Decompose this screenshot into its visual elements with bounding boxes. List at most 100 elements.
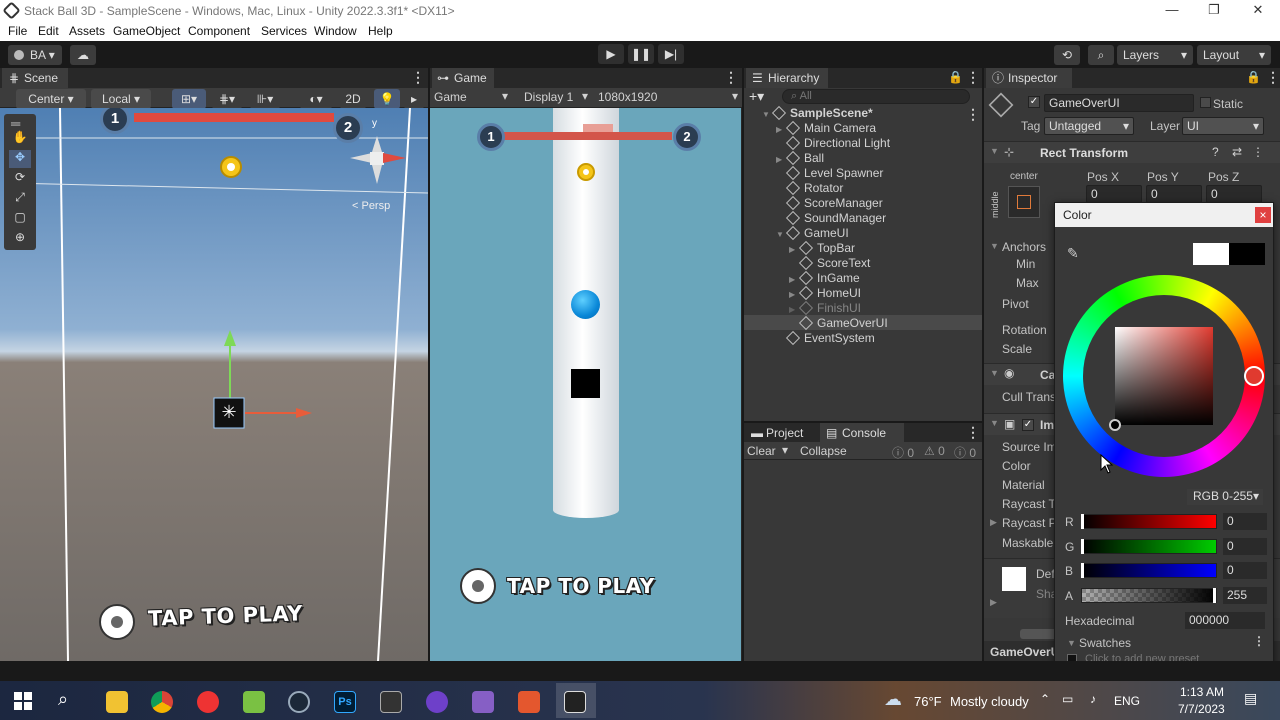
tab-inspector[interactable]: ⓘ Inspector	[986, 68, 1072, 88]
orientation-gizmo-z[interactable]	[372, 165, 382, 184]
g-value-field[interactable]: 0	[1223, 538, 1267, 555]
snap-toggle[interactable]: ⊪▾	[250, 89, 280, 109]
menu-assets[interactable]: Assets	[69, 24, 105, 38]
clock-time[interactable]: 1:13 AM	[1180, 685, 1224, 699]
transform-tool-icon[interactable]: ⊕	[9, 230, 31, 248]
layers-dropdown[interactable]: Layers ▾	[1117, 45, 1193, 65]
layout-dropdown[interactable]: Layout ▾	[1197, 45, 1271, 65]
tree-arrow-icon[interactable]: ▶	[776, 122, 788, 137]
tag-dropdown[interactable]: Untagged ▾	[1044, 117, 1134, 135]
a-value-field[interactable]: 255	[1223, 587, 1267, 604]
hierarchy-item[interactable]: Directional Light	[776, 135, 890, 151]
pos-z-field[interactable]: 0	[1206, 185, 1262, 203]
color-picker-close-button[interactable]: ×	[1255, 207, 1271, 223]
error-count[interactable]: ⓘ 0	[954, 444, 976, 461]
grid-snap-toggle[interactable]: ⊞▾	[172, 89, 206, 109]
tab-game[interactable]: ⊶ Game	[432, 68, 494, 88]
hue-handle[interactable]	[1244, 366, 1264, 386]
object-name-field[interactable]: GameOverUI	[1044, 94, 1194, 112]
game-viewport[interactable]: 1 2 TAP TO PLAY	[430, 108, 741, 661]
clear-button[interactable]: Clear	[747, 444, 776, 458]
notification-icon[interactable]: ▤	[1244, 690, 1257, 707]
tree-arrow-icon[interactable]: ▶	[789, 242, 801, 257]
camtasia-icon[interactable]	[243, 691, 265, 713]
swatches-arrow-icon[interactable]: ▼	[1067, 638, 1076, 648]
saturation-value-box[interactable]	[1115, 327, 1213, 425]
menu-edit[interactable]: Edit	[38, 24, 59, 38]
collapse-button[interactable]: Collapse	[800, 444, 847, 458]
hierarchy-item[interactable]: SoundManager	[776, 210, 886, 226]
close-button[interactable]: ✕	[1236, 2, 1280, 20]
play-button[interactable]: ▶	[598, 44, 624, 64]
lock-icon[interactable]: 🔒	[1246, 70, 1261, 84]
tree-arrow-icon[interactable]: ▼	[762, 107, 774, 122]
hierarchy-item[interactable]: GameOverUI	[789, 315, 888, 331]
draw-mode-dropdown[interactable]: ◐▾	[300, 89, 332, 109]
warning-count[interactable]: ⚠ 0	[924, 444, 945, 458]
hierarchy-item[interactable]: ▼ GameUI	[776, 225, 849, 242]
image-enabled-checkbox[interactable]: ✓	[1022, 419, 1034, 431]
tree-arrow-icon[interactable]: ▶	[789, 287, 801, 302]
history-button[interactable]: ⟲	[1054, 45, 1080, 65]
hierarchy-item[interactable]: Rotator	[776, 180, 843, 196]
search-icon[interactable]: ⌕	[58, 689, 68, 710]
a-slider-handle[interactable]	[1213, 588, 1216, 603]
component-menu-icon[interactable]: ⋮	[1252, 145, 1264, 159]
game-menu-icon[interactable]: ⋮	[724, 69, 738, 86]
expand-arrow-icon[interactable]: ▼	[990, 241, 999, 251]
preset-icon[interactable]: ⇄	[1232, 145, 1242, 159]
clock-date[interactable]: 7/7/2023	[1178, 702, 1225, 716]
y-axis-arrow[interactable]	[224, 330, 236, 346]
original-color-swatch[interactable]	[1193, 243, 1229, 265]
menu-help[interactable]: Help	[368, 24, 393, 38]
unity-editor-icon[interactable]	[564, 691, 586, 713]
r-value-field[interactable]: 0	[1223, 513, 1267, 530]
menu-component[interactable]: Component	[188, 24, 250, 38]
expand-arrow-icon[interactable]: ▶	[990, 597, 997, 608]
hierarchy-item[interactable]: ▶ InGame	[789, 270, 860, 287]
hand-tool-icon[interactable]: ✋	[9, 130, 31, 148]
tree-arrow-icon[interactable]: ▶	[789, 272, 801, 287]
resolution-dropdown[interactable]: 1080x1920	[598, 90, 657, 104]
photoshop-icon[interactable]: Ps	[334, 691, 356, 713]
minimize-button[interactable]: —	[1150, 2, 1194, 20]
scale-tool-icon[interactable]: ⤢	[9, 190, 31, 208]
eyedropper-icon[interactable]: ✎	[1067, 245, 1079, 262]
language-label[interactable]: ENG	[1114, 694, 1140, 708]
static-checkbox[interactable]	[1200, 97, 1211, 108]
swatches-menu-icon[interactable]: ⋮	[1253, 634, 1265, 648]
hex-field[interactable]: 000000	[1185, 612, 1265, 629]
active-checkbox[interactable]: ✓	[1028, 96, 1040, 108]
hierarchy-item[interactable]: ScoreManager	[776, 195, 883, 211]
scene-viewport[interactable]: ✳ y < Persp 1 2 TAP TO PLAY	[0, 108, 428, 661]
hierarchy-item[interactable]: ▶ TopBar	[789, 240, 855, 257]
hierarchy-item[interactable]: EventSystem	[776, 330, 875, 346]
weather-icon[interactable]: ☁	[884, 689, 902, 710]
view-mode-dropdown[interactable]: Game	[434, 90, 467, 104]
maximize-button[interactable]: ❐	[1192, 2, 1236, 20]
pause-button[interactable]: ❚❚	[628, 44, 654, 64]
menu-services[interactable]: Services	[261, 24, 307, 38]
step-button[interactable]: ▶|	[658, 44, 684, 64]
tab-hierarchy[interactable]: ☰ Hierarchy	[746, 68, 828, 88]
add-button[interactable]: +▾	[749, 88, 764, 105]
scene-menu-icon[interactable]: ⋮	[411, 69, 425, 86]
console-menu-icon[interactable]: ⋮	[966, 424, 980, 441]
opera-icon[interactable]	[197, 691, 219, 713]
hierarchy-search-input[interactable]: ⌕ All	[782, 89, 970, 104]
rect-transform-header[interactable]: ▼ ⊹ Rect Transform ? ⇄ ⋮	[984, 141, 1280, 163]
hierarchy-item[interactable]: ▶ Main Camera	[776, 120, 876, 137]
hierarchy-item[interactable]: ▶ FinishUI	[789, 300, 861, 317]
b-value-field[interactable]: 0	[1223, 562, 1267, 579]
network-icon[interactable]: ▭	[1062, 692, 1073, 706]
tree-arrow-icon[interactable]: ▶	[789, 302, 801, 317]
tree-arrow-icon[interactable]: ▶	[776, 152, 788, 167]
g-slider-handle[interactable]	[1081, 539, 1084, 554]
steam-icon[interactable]	[288, 691, 310, 713]
hierarchy-item[interactable]: ▼ SampleScene*	[762, 105, 873, 122]
tab-project[interactable]: ▬ Project	[746, 423, 818, 443]
recording-app-icon[interactable]	[518, 691, 540, 713]
search-button[interactable]: ⌕	[1088, 45, 1114, 65]
tree-arrow-icon[interactable]: ▼	[776, 227, 788, 242]
menu-gameobject[interactable]: GameObject	[113, 24, 180, 38]
